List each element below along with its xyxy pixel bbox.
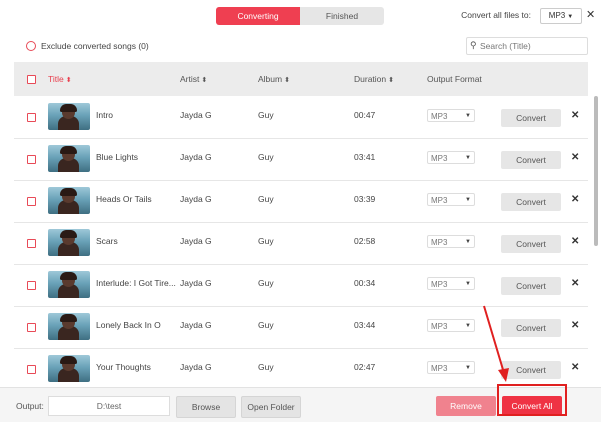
annotation-arrow xyxy=(483,305,509,382)
